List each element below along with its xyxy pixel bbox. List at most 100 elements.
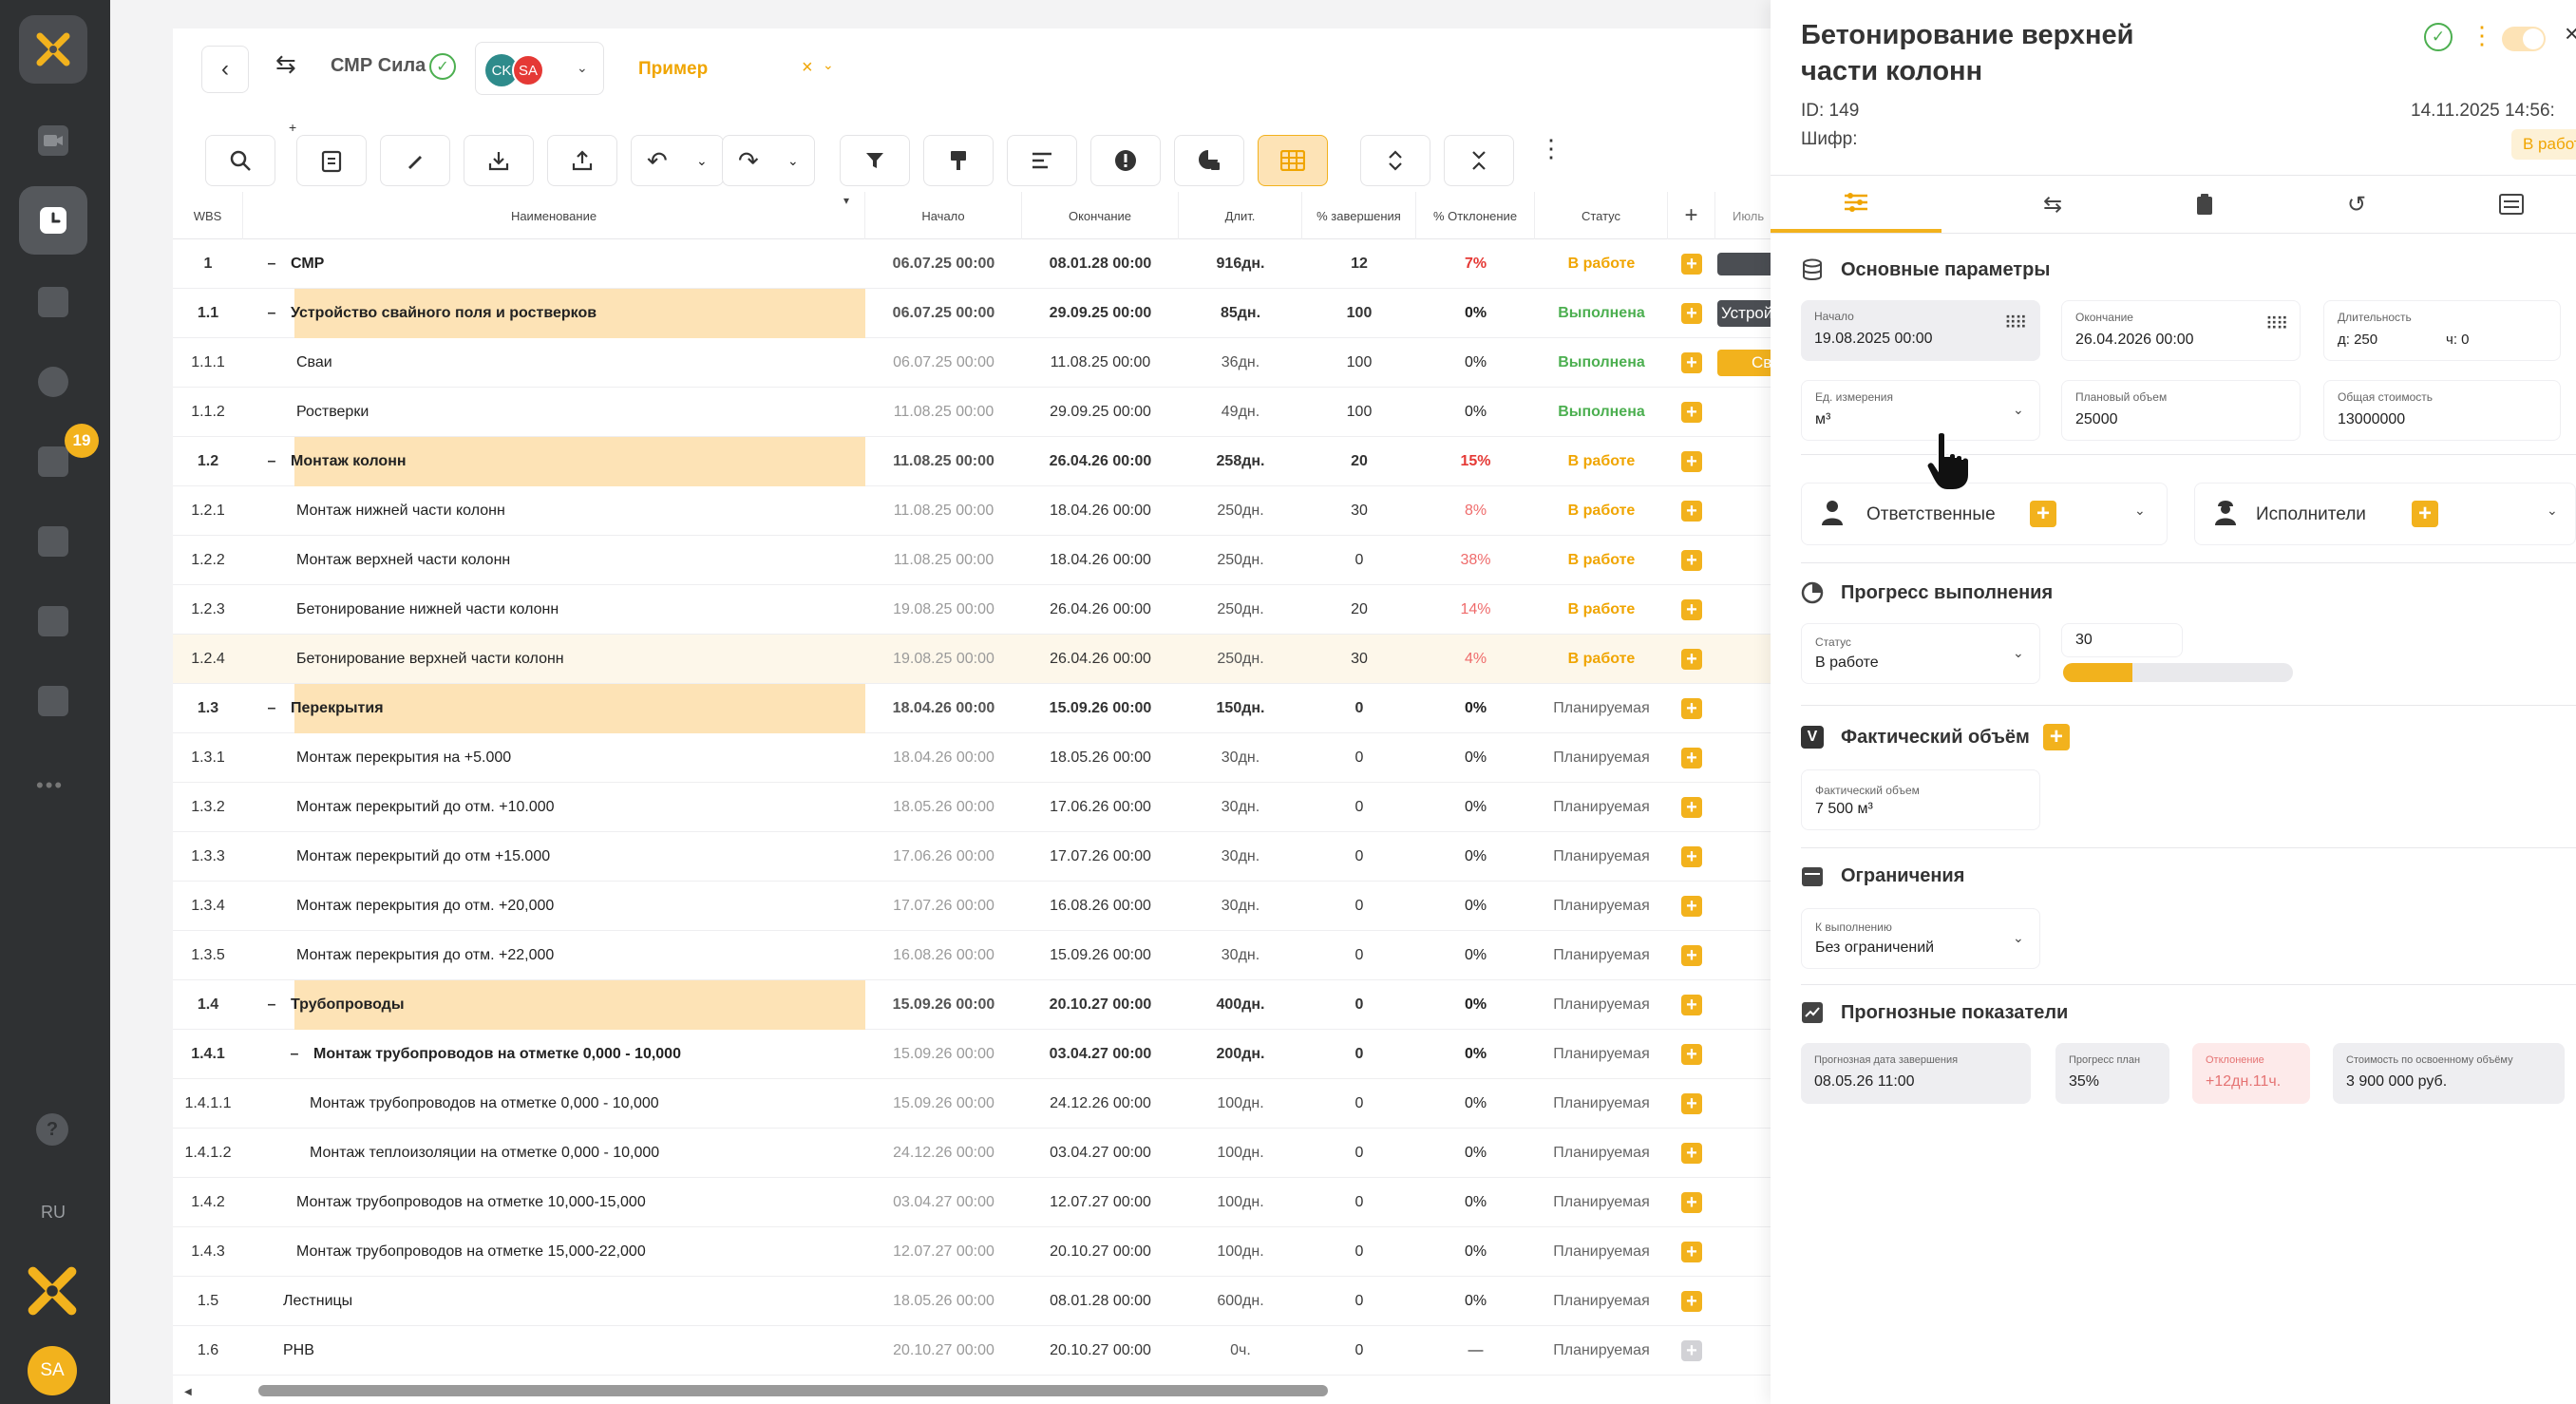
cell-name[interactable]: Монтаж перекрытий до отм +15.000: [243, 832, 865, 882]
tab-parameters[interactable]: [1771, 176, 1941, 233]
table-row[interactable]: 1.4.2 Монтаж трубопроводов на отметке 10,…: [173, 1178, 1788, 1227]
add-subtask-button[interactable]: +: [1681, 797, 1702, 818]
table-row[interactable]: 1.1 – Устройство свайного поля и ростверко…: [173, 289, 1788, 338]
add-subtask-button[interactable]: +: [1681, 1242, 1702, 1262]
executors-picker[interactable]: Исполнители + ⌄: [2194, 483, 2576, 545]
scroll-left-icon[interactable]: ◀: [184, 1387, 192, 1397]
sort-icon[interactable]: ▾: [843, 194, 849, 207]
start-date-field[interactable]: Начало 19.08.2025 00:00 ⠿⠿: [1801, 300, 2040, 361]
table-row[interactable]: 1.2 – Монтаж колонн 11.08.25 00:00 26.04.26 …: [173, 437, 1788, 486]
table-row[interactable]: 1.4.1.2 Монтаж теплоизоляции на отметке 0…: [173, 1129, 1788, 1178]
add-fact-button[interactable]: +: [2042, 724, 2070, 750]
add-subtask-button[interactable]: +: [1681, 1093, 1702, 1114]
check-circle-icon[interactable]: ✓: [2424, 23, 2453, 51]
project-name[interactable]: СМР Сила: [331, 55, 426, 77]
cell-name[interactable]: Монтаж теплоизоляции на отметке 0,000 - …: [243, 1129, 865, 1178]
add-subtask-button[interactable]: +: [1681, 649, 1702, 670]
cell-name[interactable]: Лестницы: [243, 1277, 865, 1326]
table-row[interactable]: 1.6 PHB 20.10.27 00:00 20.10.27 00:00 0ч. 0 — П…: [173, 1326, 1788, 1376]
table-row[interactable]: 1.1.1 Сваи 06.07.25 00:00 11.08.25 00:00 36д…: [173, 338, 1788, 388]
table-row[interactable]: 1.3.5 Монтаж перекрытия до отм. +22,000 16…: [173, 931, 1788, 980]
tasks-icon[interactable]: [38, 446, 68, 477]
undo-button[interactable]: ↶ ⌄: [631, 135, 724, 186]
table-row[interactable]: 1.3.4 Монтаж перекрытия до отм. +20,000 17…: [173, 882, 1788, 931]
add-subtask-button[interactable]: +: [1681, 254, 1702, 275]
cell-name[interactable]: Монтаж нижней части колонн: [243, 486, 865, 536]
add-subtask-button[interactable]: +: [1681, 1340, 1702, 1361]
col-deviation[interactable]: % Отклонение: [1416, 192, 1535, 239]
col-end[interactable]: Окончание: [1022, 192, 1179, 239]
add-subtask-button[interactable]: +: [1681, 501, 1702, 522]
reports-icon[interactable]: [38, 606, 68, 636]
add-executor-button[interactable]: +: [2412, 501, 2438, 527]
end-date-field[interactable]: Окончание 26.04.2026 00:00 ⠿⠿: [2061, 300, 2301, 361]
add-subtask-button[interactable]: +: [1681, 599, 1702, 620]
language-switch[interactable]: RU: [0, 1203, 106, 1223]
cell-name[interactable]: Монтаж перекрытия до отм. +20,000: [243, 882, 865, 931]
duration-field[interactable]: Длительность д: 250 ч: 0: [2323, 300, 2561, 361]
cell-name[interactable]: Монтаж трубопроводов на отметке 10,000-1…: [243, 1178, 865, 1227]
cell-name[interactable]: Сваи: [243, 338, 865, 388]
unit-select[interactable]: Ед. измерения м³ ⌄: [1801, 380, 2040, 441]
more-vertical-icon[interactable]: ⋮: [1539, 136, 1563, 161]
duration-days[interactable]: д: 250: [2338, 332, 2377, 348]
avatars-group[interactable]: CK SA ⌄: [475, 42, 604, 95]
collapse-toggle[interactable]: –: [260, 305, 283, 322]
add-subtask-button[interactable]: +: [1681, 1044, 1702, 1065]
alert-icon[interactable]: [38, 367, 68, 397]
baseline-button[interactable]: [1174, 135, 1244, 186]
table-row[interactable]: 1.3 – Перекрытия 18.04.26 00:00 15.09.26 00:…: [173, 684, 1788, 733]
collapse-toggle[interactable]: –: [260, 996, 283, 1014]
collapse-toggle[interactable]: –: [260, 700, 283, 717]
align-button[interactable]: [1007, 135, 1077, 186]
camera-icon[interactable]: [38, 125, 68, 156]
cell-name[interactable]: Монтаж трубопроводов на отметке 15,000-2…: [243, 1227, 865, 1277]
responsible-picker[interactable]: Ответственные + ⌄: [1801, 483, 2168, 545]
app-logo[interactable]: [19, 15, 87, 84]
add-subtask-button[interactable]: +: [1681, 1143, 1702, 1164]
paint-button[interactable]: [923, 135, 994, 186]
table-row[interactable]: 1.3.2 Монтаж перекрытий до отм. +10.000 18…: [173, 783, 1788, 832]
cell-name[interactable]: – СМР: [243, 239, 865, 289]
table-row[interactable]: 1.2.1 Монтаж нижней части колонн 11.08.25 …: [173, 486, 1788, 536]
table-row[interactable]: 1.4.1 – Монтаж трубопроводов на отметке 0,…: [173, 1030, 1788, 1079]
cell-name[interactable]: – Перекрытия: [243, 684, 865, 733]
cell-name[interactable]: PHB: [243, 1326, 865, 1376]
import-button[interactable]: [464, 135, 534, 186]
limits-select[interactable]: К выполнению Без ограничений ⌄: [1801, 908, 2040, 969]
filter-select[interactable]: Пример × ⌄: [621, 42, 849, 95]
cell-name[interactable]: Бетонирование нижней части колонн: [243, 585, 865, 635]
add-subtask-button[interactable]: +: [1681, 748, 1702, 768]
cell-name[interactable]: Бетонирование верхней части колонн: [243, 635, 865, 684]
col-status[interactable]: Статус: [1535, 192, 1668, 239]
table-row[interactable]: 1.2.2 Монтаж верхней части колонн 11.08.25…: [173, 536, 1788, 585]
table-row[interactable]: 1.3.3 Монтаж перекрытий до отм +15.000 17.…: [173, 832, 1788, 882]
table-row[interactable]: 1.3.1 Монтаж перекрытия на +5.000 18.04.26…: [173, 733, 1788, 783]
clipboard-button[interactable]: [296, 135, 367, 186]
analytics-icon[interactable]: [38, 686, 68, 716]
documents-icon[interactable]: [38, 287, 68, 317]
add-subtask-button[interactable]: +: [1681, 698, 1702, 719]
table-row[interactable]: 1.2.4 Бетонирование верхней части колонн 1…: [173, 635, 1788, 684]
add-subtask-button[interactable]: +: [1681, 1192, 1702, 1213]
add-subtask-button[interactable]: +: [1681, 303, 1702, 324]
horizontal-scrollbar[interactable]: ◀: [173, 1377, 1788, 1404]
col-start[interactable]: Начало: [865, 192, 1022, 239]
collapse-button[interactable]: [1444, 135, 1514, 186]
table-row[interactable]: 1.4.3 Монтаж трубопроводов на отметке 15,…: [173, 1227, 1788, 1277]
cell-name[interactable]: Монтаж трубопроводов на отметке 0,000 - …: [243, 1079, 865, 1129]
fact-volume-field[interactable]: Фактический объем 7 500 м³: [1801, 769, 2040, 830]
add-subtask-button[interactable]: +: [1681, 1291, 1702, 1312]
status-select[interactable]: Статус В работе ⌄: [1801, 623, 2040, 684]
add-responsible-button[interactable]: +: [2030, 501, 2056, 527]
scrollbar-thumb[interactable]: [258, 1385, 1328, 1396]
cell-name[interactable]: Монтаж перекрытия на +5.000: [243, 733, 865, 783]
chevron-down-icon[interactable]: ⌄: [2547, 503, 2558, 519]
table-view-button[interactable]: [1258, 135, 1328, 186]
tab-history[interactable]: ↺: [2295, 176, 2418, 233]
more-vertical-icon[interactable]: ⋮: [2470, 21, 2494, 49]
more-icon[interactable]: •••: [36, 773, 64, 798]
add-subtask-button[interactable]: +: [1681, 402, 1702, 423]
schedule-nav-button[interactable]: [19, 186, 87, 255]
close-icon[interactable]: ×: [2565, 19, 2576, 48]
